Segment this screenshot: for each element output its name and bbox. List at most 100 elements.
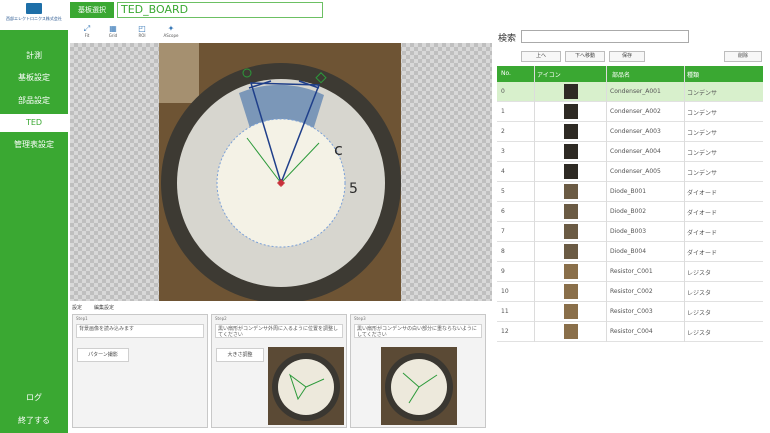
step-2: Step2 黒い扇形がコンデンサ外周に入るように位置を調整してください 大きさ調… (211, 314, 347, 428)
roi-tool-button[interactable]: ◰ ROI (131, 24, 153, 38)
part-thumbnail-icon (564, 104, 578, 119)
size-adjust-button[interactable]: 大きさ調整 (216, 348, 264, 362)
row-number: 6 (501, 208, 505, 215)
part-type: コンデンサ (687, 110, 718, 117)
part-name: Condenser_A002 (610, 108, 661, 115)
table-row[interactable]: 7 Diode_B003 ダイオード (497, 222, 763, 242)
row-number: 8 (501, 248, 505, 255)
part-thumbnail-icon (564, 84, 578, 99)
table-row[interactable]: 12 Resistor_C004 レジスタ (497, 322, 763, 342)
move-up-button[interactable]: 上へ (521, 51, 561, 62)
part-thumbnail-icon (564, 124, 578, 139)
tab-edit-settings[interactable]: 編集設定 (94, 304, 114, 311)
sidebar-item-board-settings[interactable]: 基板設定 (0, 69, 68, 87)
header-name: 部品名 (612, 72, 631, 79)
part-type: ダイオード (687, 210, 718, 217)
sidebar: 西部エレクトロニクス株式会社 計測 基板設定 部品設定 TED 管理表設定 ログ… (0, 0, 68, 433)
part-type: コンデンサ (687, 90, 718, 97)
table-row[interactable]: 9 Resistor_C001 レジスタ (497, 262, 763, 282)
part-type: コンデンサ (687, 170, 718, 177)
grid-icon: ▦ (109, 24, 117, 33)
svg-text:5: 5 (349, 181, 358, 197)
part-thumbnail-icon (564, 264, 578, 279)
part-type: ダイオード (687, 190, 718, 197)
part-thumbnail-icon (564, 284, 578, 299)
header-type: 種類 (687, 72, 700, 79)
board-select-button[interactable]: 基板選択 (70, 2, 114, 18)
capacitor-marking: c (334, 140, 343, 159)
scope-tool-button[interactable]: ✦ AScope (160, 24, 182, 38)
row-number: 11 (501, 308, 509, 315)
tab-settings[interactable]: 設定 (72, 304, 82, 311)
table-row[interactable]: 2 Condenser_A003 コンデンサ (497, 122, 763, 142)
scope-icon: ✦ (167, 24, 175, 33)
search-input[interactable] (521, 30, 689, 43)
sidebar-item-ted[interactable]: TED (0, 114, 68, 132)
part-type: レジスタ (687, 290, 712, 297)
sidebar-item-part-settings[interactable]: 部品設定 (0, 92, 68, 110)
move-down-button[interactable]: 下へ移動 (565, 51, 605, 62)
save-button[interactable]: 保存 (609, 51, 645, 62)
part-name: Diode_B002 (610, 208, 647, 215)
part-thumbnail-icon (564, 204, 578, 219)
delete-button[interactable]: 削除 (724, 51, 762, 62)
column-divider (684, 66, 685, 342)
table-row[interactable]: 10 Resistor_C002 レジスタ (497, 282, 763, 302)
sidebar-item-management-settings[interactable]: 管理表設定 (0, 136, 68, 154)
step-description: 黒い扇形がコンデンサ外周に入るように位置を調整してください (215, 324, 343, 338)
fit-tool-button[interactable]: ⤢ Fit (76, 24, 98, 38)
table-row[interactable]: 0 Condenser_A001 コンデンサ (497, 82, 763, 102)
part-type: ダイオード (687, 250, 718, 257)
part-name: Diode_B004 (610, 248, 647, 255)
part-name: Resistor_C004 (610, 328, 653, 335)
sidebar-item-log[interactable]: ログ (0, 389, 68, 407)
table-row[interactable]: 3 Condenser_A004 コンデンサ (497, 142, 763, 162)
step-description: 背景画像を読み込みます (76, 324, 204, 338)
logo-icon (26, 3, 42, 14)
scope-tool-label: AScope (163, 33, 179, 38)
sidebar-item-measure[interactable]: 計測 (0, 47, 68, 65)
table-row[interactable]: 5 Diode_B001 ダイオード (497, 182, 763, 202)
grid-tool-button[interactable]: ▦ Grid (102, 24, 124, 38)
table-row[interactable]: 11 Resistor_C003 レジスタ (497, 302, 763, 322)
part-name: Condenser_A004 (610, 148, 661, 155)
part-type: レジスタ (687, 330, 712, 337)
row-number: 10 (501, 288, 509, 295)
header-no: No. (501, 70, 511, 77)
search-label: 検索 (498, 34, 517, 44)
table-row[interactable]: 4 Condenser_A005 コンデンサ (497, 162, 763, 182)
sidebar-item-exit[interactable]: 終了する (0, 412, 68, 430)
part-thumbnail-icon (564, 144, 578, 159)
board-name-field[interactable]: TED_BOARD (117, 2, 323, 18)
roi-tool-label: ROI (138, 33, 146, 38)
row-number: 12 (501, 328, 509, 335)
step-2-preview (268, 347, 344, 425)
part-name: Resistor_C003 (610, 308, 653, 315)
part-thumbnail-icon (564, 164, 578, 179)
row-number: 2 (501, 128, 505, 135)
capacitor-image: c 5 (159, 43, 401, 301)
preview-image (381, 347, 457, 425)
table-row[interactable]: 1 Condenser_A002 コンデンサ (497, 102, 763, 122)
part-thumbnail-icon (564, 324, 578, 339)
fit-icon: ⤢ (83, 24, 91, 33)
column-divider (606, 66, 607, 342)
table-row[interactable]: 8 Diode_B004 ダイオード (497, 242, 763, 262)
part-name: Diode_B001 (610, 188, 647, 195)
row-number: 1 (501, 108, 505, 115)
part-type: ダイオード (687, 230, 718, 237)
pattern-capture-button[interactable]: パターン撮影 (77, 348, 129, 362)
part-thumbnail-icon (564, 184, 578, 199)
table-row[interactable]: 6 Diode_B002 ダイオード (497, 202, 763, 222)
image-viewer[interactable]: c 5 (70, 43, 492, 301)
part-thumbnail-icon (564, 244, 578, 259)
part-name: Condenser_A001 (610, 88, 661, 95)
logo: 西部エレクトロニクス株式会社 (0, 0, 68, 30)
fit-tool-label: Fit (84, 33, 90, 38)
row-number: 0 (501, 88, 505, 95)
step-1: Step1 背景画像を読み込みます パターン撮影 (72, 314, 208, 428)
part-thumbnail-icon (564, 224, 578, 239)
part-type: レジスタ (687, 310, 712, 317)
capacitor-photo: c 5 (159, 43, 401, 301)
part-name: Diode_B003 (610, 228, 647, 235)
